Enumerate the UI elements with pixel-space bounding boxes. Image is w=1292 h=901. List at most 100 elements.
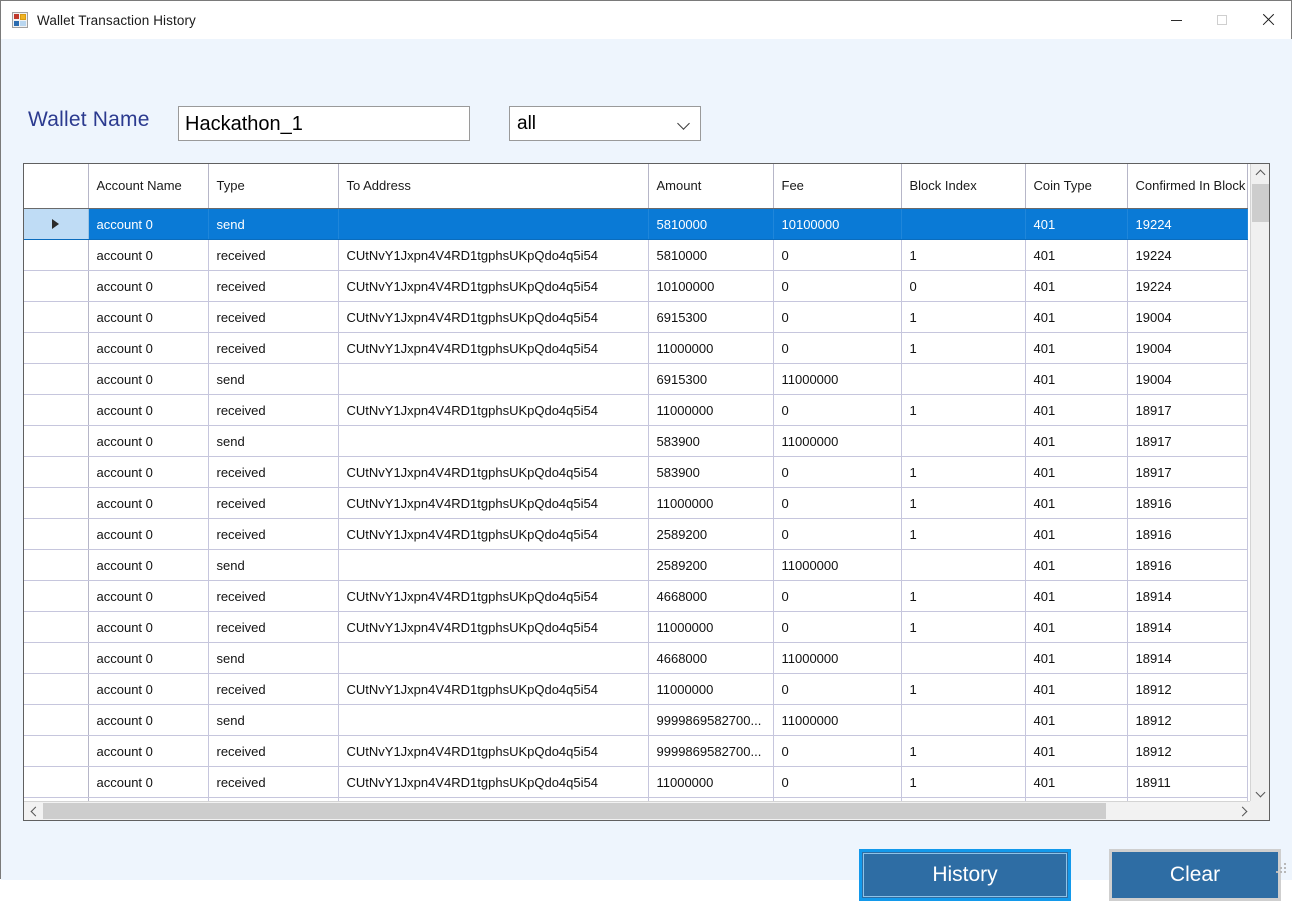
row-selector-cell[interactable] — [24, 271, 88, 302]
cell-amount[interactable]: 5810000 — [648, 240, 773, 271]
cell-confirmed-in-block[interactable]: 18916 — [1127, 488, 1247, 519]
row-selector-cell[interactable] — [24, 519, 88, 550]
cell-account-name[interactable]: account 0 — [88, 643, 208, 674]
cell-account-name[interactable]: account 0 — [88, 581, 208, 612]
cell-type[interactable]: received — [208, 612, 338, 643]
cell-account-name[interactable]: account 0 — [88, 364, 208, 395]
table-row[interactable]: account 0send5839001100000040118917 — [24, 426, 1247, 457]
column-header-fee[interactable]: Fee — [773, 164, 901, 209]
cell-type[interactable]: received — [208, 302, 338, 333]
cell-to-address[interactable]: CUtNvY1Jxpn4V4RD1tgphsUKpQdo4q5i54 — [338, 736, 648, 767]
cell-type[interactable]: received — [208, 767, 338, 798]
cell-coin-type[interactable]: 401 — [1025, 612, 1127, 643]
row-selector-cell[interactable] — [24, 302, 88, 333]
cell-to-address[interactable] — [338, 550, 648, 581]
cell-confirmed-in-block[interactable]: 18916 — [1127, 519, 1247, 550]
cell-to-address[interactable]: CUtNvY1Jxpn4V4RD1tgphsUKpQdo4q5i54 — [338, 767, 648, 798]
cell-fee[interactable]: 0 — [773, 240, 901, 271]
column-header-coin-type[interactable]: Coin Type — [1025, 164, 1127, 209]
cell-confirmed-in-block[interactable]: 18912 — [1127, 674, 1247, 705]
cell-to-address[interactable]: CUtNvY1Jxpn4V4RD1tgphsUKpQdo4q5i54 — [338, 674, 648, 705]
cell-fee[interactable]: 11000000 — [773, 643, 901, 674]
cell-coin-type[interactable]: 401 — [1025, 674, 1127, 705]
cell-amount[interactable]: 4668000 — [648, 581, 773, 612]
row-selector-cell[interactable] — [24, 364, 88, 395]
scroll-left-button[interactable] — [24, 802, 43, 820]
cell-type[interactable]: received — [208, 581, 338, 612]
cell-account-name[interactable]: account 0 — [88, 395, 208, 426]
table-row[interactable]: account 0send69153001100000040119004 — [24, 364, 1247, 395]
cell-confirmed-in-block[interactable]: 19004 — [1127, 302, 1247, 333]
cell-amount[interactable]: 11000000 — [648, 767, 773, 798]
cell-amount[interactable]: 9999869582700... — [648, 705, 773, 736]
cell-coin-type[interactable]: 401 — [1025, 240, 1127, 271]
cell-type[interactable]: send — [208, 364, 338, 395]
cell-coin-type[interactable]: 401 — [1025, 271, 1127, 302]
cell-fee[interactable]: 0 — [773, 736, 901, 767]
cell-confirmed-in-block[interactable]: 18914 — [1127, 643, 1247, 674]
cell-to-address[interactable]: CUtNvY1Jxpn4V4RD1tgphsUKpQdo4q5i54 — [338, 395, 648, 426]
cell-block-index[interactable]: 1 — [901, 395, 1025, 426]
cell-coin-type[interactable]: 401 — [1025, 767, 1127, 798]
resize-grip-icon[interactable] — [1276, 863, 1288, 875]
row-selector-cell[interactable] — [24, 612, 88, 643]
column-header-rowselector[interactable] — [24, 164, 88, 209]
close-button[interactable] — [1245, 1, 1291, 39]
cell-amount[interactable]: 5810000 — [648, 209, 773, 240]
cell-to-address[interactable]: CUtNvY1Jxpn4V4RD1tgphsUKpQdo4q5i54 — [338, 457, 648, 488]
cell-type[interactable]: received — [208, 333, 338, 364]
table-row[interactable]: account 0receivedCUtNvY1Jxpn4V4RD1tgphsU… — [24, 457, 1247, 488]
cell-block-index[interactable] — [901, 550, 1025, 581]
cell-to-address[interactable] — [338, 364, 648, 395]
cell-amount[interactable]: 11000000 — [648, 333, 773, 364]
cell-confirmed-in-block[interactable]: 18917 — [1127, 426, 1247, 457]
cell-type[interactable]: send — [208, 705, 338, 736]
cell-block-index[interactable]: 1 — [901, 519, 1025, 550]
cell-fee[interactable]: 11000000 — [773, 364, 901, 395]
cell-coin-type[interactable]: 401 — [1025, 488, 1127, 519]
cell-amount[interactable]: 11000000 — [648, 395, 773, 426]
horizontal-scrollbar[interactable] — [24, 801, 1250, 820]
cell-amount[interactable]: 11000000 — [648, 612, 773, 643]
cell-fee[interactable]: 0 — [773, 767, 901, 798]
maximize-button[interactable] — [1199, 1, 1245, 39]
cell-type[interactable]: received — [208, 674, 338, 705]
cell-type[interactable]: send — [208, 550, 338, 581]
table-row[interactable]: account 0receivedCUtNvY1Jxpn4V4RD1tgphsU… — [24, 395, 1247, 426]
cell-account-name[interactable]: account 0 — [88, 333, 208, 364]
cell-account-name[interactable]: account 0 — [88, 488, 208, 519]
cell-fee[interactable]: 11000000 — [773, 550, 901, 581]
cell-coin-type[interactable]: 401 — [1025, 581, 1127, 612]
cell-coin-type[interactable]: 401 — [1025, 302, 1127, 333]
cell-fee[interactable]: 0 — [773, 581, 901, 612]
cell-to-address[interactable]: CUtNvY1Jxpn4V4RD1tgphsUKpQdo4q5i54 — [338, 333, 648, 364]
cell-coin-type[interactable]: 401 — [1025, 550, 1127, 581]
cell-fee[interactable]: 0 — [773, 271, 901, 302]
cell-coin-type[interactable]: 401 — [1025, 395, 1127, 426]
column-header-amount[interactable]: Amount — [648, 164, 773, 209]
cell-fee[interactable]: 11000000 — [773, 426, 901, 457]
cell-fee[interactable]: 11000000 — [773, 705, 901, 736]
vertical-scrollbar[interactable] — [1250, 164, 1269, 801]
cell-amount[interactable]: 4668000 — [648, 643, 773, 674]
horizontal-scroll-thumb[interactable] — [43, 803, 1106, 819]
cell-amount[interactable]: 2589200 — [648, 550, 773, 581]
row-selector-cell[interactable] — [24, 240, 88, 271]
cell-coin-type[interactable]: 401 — [1025, 705, 1127, 736]
table-row[interactable]: account 0send46680001100000040118914 — [24, 643, 1247, 674]
row-selector-cell[interactable] — [24, 395, 88, 426]
row-selector-cell[interactable] — [24, 736, 88, 767]
column-header-to-address[interactable]: To Address — [338, 164, 648, 209]
table-row[interactable]: account 0receivedCUtNvY1Jxpn4V4RD1tgphsU… — [24, 240, 1247, 271]
cell-to-address[interactable] — [338, 643, 648, 674]
table-row[interactable]: account 0receivedCUtNvY1Jxpn4V4RD1tgphsU… — [24, 302, 1247, 333]
cell-amount[interactable]: 11000000 — [648, 488, 773, 519]
cell-block-index[interactable] — [901, 209, 1025, 240]
cell-account-name[interactable]: account 0 — [88, 705, 208, 736]
cell-to-address[interactable]: CUtNvY1Jxpn4V4RD1tgphsUKpQdo4q5i54 — [338, 488, 648, 519]
row-selector-cell[interactable] — [24, 550, 88, 581]
cell-confirmed-in-block[interactable]: 18912 — [1127, 736, 1247, 767]
row-selector-cell[interactable] — [24, 209, 88, 240]
column-header-account-name[interactable]: Account Name — [88, 164, 208, 209]
cell-block-index[interactable]: 1 — [901, 612, 1025, 643]
